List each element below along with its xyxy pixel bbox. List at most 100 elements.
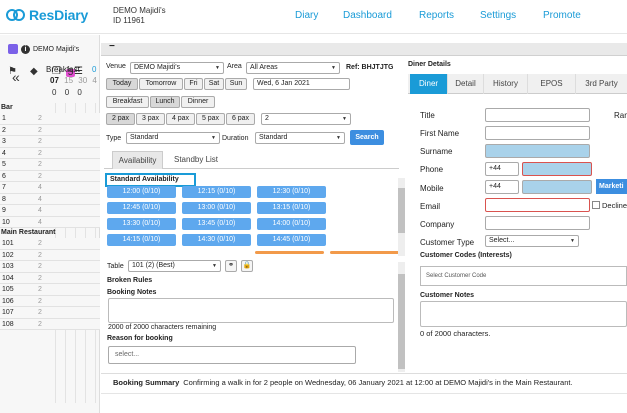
first-name-label: First Name bbox=[420, 129, 460, 138]
table-covers: 2 bbox=[38, 138, 42, 145]
bottom-strip bbox=[101, 393, 627, 413]
form-scroll-thumb[interactable] bbox=[398, 274, 405, 369]
table-number: 106 bbox=[2, 297, 14, 305]
nav-diary[interactable]: Diary bbox=[295, 10, 318, 21]
tab-availability[interactable]: Availability bbox=[112, 151, 163, 169]
surname-input[interactable] bbox=[485, 144, 590, 158]
date-tomorrow-button[interactable]: Tomorrow bbox=[139, 78, 183, 90]
table-row[interactable]: 101 2 bbox=[0, 238, 100, 250]
table-row[interactable]: 108 2 bbox=[0, 318, 100, 330]
collapse-icon[interactable]: − bbox=[109, 41, 115, 52]
phone-input[interactable] bbox=[522, 162, 592, 176]
slot-partial[interactable] bbox=[255, 251, 324, 254]
table-covers: 2 bbox=[38, 172, 42, 180]
nav-promote[interactable]: Promote bbox=[543, 10, 581, 21]
time-header: 07 15 30 4 bbox=[50, 76, 97, 85]
time-slot[interactable]: 12:00 (0/10) bbox=[107, 186, 176, 198]
table-row[interactable]: 104 2 bbox=[0, 272, 100, 284]
tab-history[interactable]: History bbox=[484, 74, 528, 94]
link-icon[interactable]: ⚭ bbox=[225, 260, 237, 272]
email-label: Email bbox=[420, 202, 441, 211]
meal-dinner-button[interactable]: Dinner bbox=[181, 96, 215, 108]
company-input[interactable] bbox=[485, 216, 590, 230]
email-input[interactable] bbox=[485, 198, 590, 212]
table-row[interactable]: 42 bbox=[0, 147, 100, 159]
title-input[interactable] bbox=[485, 108, 590, 122]
table-row[interactable]: 62 bbox=[0, 170, 100, 182]
time-slot[interactable]: 13:30 (0/10) bbox=[107, 218, 176, 230]
table-row[interactable]: 32 bbox=[0, 136, 100, 148]
slots-scrollbar[interactable] bbox=[398, 178, 405, 256]
mobile-country-code[interactable]: +44 bbox=[485, 180, 519, 194]
time-slot[interactable]: 14:30 (0/10) bbox=[182, 234, 251, 246]
search-button[interactable]: Search bbox=[350, 130, 384, 145]
date-input[interactable]: Wed, 6 Jan 2021 bbox=[253, 78, 350, 90]
customer-type-select[interactable]: Select... bbox=[485, 235, 579, 247]
table-row[interactable]: 52 bbox=[0, 159, 100, 171]
marketing-button[interactable]: Marketi bbox=[596, 179, 627, 194]
pax-select[interactable]: 2 bbox=[261, 113, 351, 125]
lock-icon[interactable]: 🔒 bbox=[241, 260, 253, 272]
table-row[interactable]: 103 2 bbox=[0, 261, 100, 273]
booking-notes-input[interactable] bbox=[108, 298, 394, 323]
tab-epos[interactable]: EPOS bbox=[528, 74, 576, 94]
slot-partial-2[interactable] bbox=[330, 251, 399, 254]
chevron-left-icon[interactable]: « bbox=[12, 69, 20, 85]
table-row[interactable]: 22 bbox=[0, 124, 100, 136]
table-row[interactable]: 74 bbox=[0, 182, 100, 194]
table-select[interactable]: 101 (2) (Best) bbox=[128, 260, 221, 272]
time-slot[interactable]: 14:45 (0/10) bbox=[257, 234, 326, 246]
phone-country-code[interactable]: +44 bbox=[485, 162, 519, 176]
nav-reports[interactable]: Reports bbox=[419, 10, 454, 21]
time-slot[interactable]: 14:00 (0/10) bbox=[257, 218, 326, 230]
reason-select[interactable]: select... bbox=[108, 346, 356, 364]
pax-5-button[interactable]: 5 pax bbox=[196, 113, 225, 125]
meal-breakfast-button[interactable]: Breakfast bbox=[106, 96, 149, 108]
tab-diner[interactable]: Diner bbox=[410, 74, 448, 94]
time-slot[interactable]: 12:15 (0/10) bbox=[182, 186, 251, 198]
date-sun-button[interactable]: Sun bbox=[225, 78, 247, 90]
time-slot[interactable]: 12:30 (0/10) bbox=[257, 186, 326, 198]
table-row[interactable]: 107 2 bbox=[0, 307, 100, 319]
info-icon[interactable]: i bbox=[21, 44, 30, 54]
duration-select[interactable]: Standard bbox=[255, 132, 345, 144]
table-row[interactable]: 84 bbox=[0, 193, 100, 205]
table-row[interactable]: 94 bbox=[0, 205, 100, 217]
time-slot[interactable]: 12:45 (0/10) bbox=[107, 202, 176, 214]
time-slot[interactable]: 13:15 (0/10) bbox=[257, 202, 326, 214]
pax-4-button[interactable]: 4 pax bbox=[166, 113, 195, 125]
pax-6-button[interactable]: 6 pax bbox=[226, 113, 255, 125]
table-row[interactable]: 102 2 bbox=[0, 249, 100, 261]
date-sat-button[interactable]: Sat bbox=[204, 78, 224, 90]
nav-dashboard[interactable]: Dashboard bbox=[343, 10, 392, 21]
nav-settings[interactable]: Settings bbox=[480, 10, 516, 21]
tab-standby-list[interactable]: Standby List bbox=[166, 151, 226, 169]
table-row[interactable]: 106 2 bbox=[0, 295, 100, 307]
first-name-input[interactable] bbox=[485, 126, 590, 140]
time-slot[interactable]: 13:00 (0/10) bbox=[182, 202, 251, 214]
date-fri-button[interactable]: Fri bbox=[184, 78, 203, 90]
pax-2-button[interactable]: 2 pax bbox=[106, 113, 135, 125]
form-scrollbar[interactable] bbox=[398, 262, 405, 372]
declined-checkbox[interactable] bbox=[592, 201, 600, 209]
table-row[interactable]: 105 2 bbox=[0, 284, 100, 296]
table-label: Table bbox=[107, 263, 124, 270]
table-number: 10 bbox=[2, 218, 10, 226]
time-slot[interactable]: 13:45 (0/10) bbox=[182, 218, 251, 230]
area-select[interactable]: All Areas bbox=[246, 62, 340, 74]
nav-links: Diary Dashboard Reports Settings Promote bbox=[0, 10, 627, 24]
venue-select[interactable]: DEMO Majidi's bbox=[130, 62, 224, 74]
mobile-input[interactable] bbox=[522, 180, 592, 194]
tab-detail[interactable]: Detail bbox=[448, 74, 484, 94]
customer-code-select[interactable]: Select Customer Code bbox=[420, 266, 627, 286]
time-slot[interactable]: 14:15 (0/10) bbox=[107, 234, 176, 246]
slots-scroll-thumb[interactable] bbox=[398, 188, 405, 233]
pax-3-button[interactable]: 3 pax bbox=[136, 113, 165, 125]
table-row[interactable]: 12 bbox=[0, 113, 100, 125]
customer-notes-input[interactable] bbox=[420, 301, 627, 327]
meal-lunch-button[interactable]: Lunch bbox=[150, 96, 180, 108]
table-row[interactable]: 10 4 bbox=[0, 216, 100, 228]
date-today-button[interactable]: Today bbox=[106, 78, 138, 90]
tab-3rd-party[interactable]: 3rd Party bbox=[576, 74, 627, 94]
type-select[interactable]: Standard bbox=[126, 132, 220, 144]
